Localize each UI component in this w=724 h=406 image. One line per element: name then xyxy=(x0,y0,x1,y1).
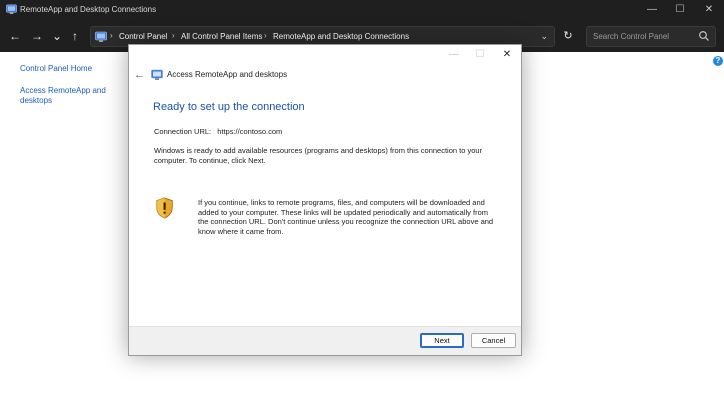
help-icon[interactable]: ? xyxy=(713,56,723,66)
search-placeholder: Search Control Panel xyxy=(593,32,670,41)
sidebar-item-control-panel-home[interactable]: Control Panel Home xyxy=(20,64,120,74)
window-title: RemoteApp and Desktop Connections xyxy=(20,5,157,14)
recent-locations-button[interactable]: ⌄ xyxy=(49,28,65,44)
connection-url-value: https://contoso.com xyxy=(217,127,283,136)
refresh-button[interactable]: ↻ xyxy=(560,28,576,44)
window-title-bar: RemoteApp and Desktop Connections — ☐ ✕ xyxy=(0,0,724,20)
up-button[interactable]: ↑ xyxy=(67,28,83,44)
chevron-right-icon: › xyxy=(264,31,267,40)
next-button[interactable]: Next xyxy=(420,333,464,348)
dialog-back-button[interactable]: ← xyxy=(134,68,145,82)
chevron-right-icon: › xyxy=(110,31,113,40)
maximize-button[interactable]: ☐ xyxy=(665,0,695,20)
search-icon xyxy=(699,31,709,41)
ready-description: Windows is ready to add available resour… xyxy=(154,146,483,165)
connection-url-row: Connection URL: https://contoso.com xyxy=(154,127,282,136)
remoteapp-dialog: — ☐ ✕ ← Access RemoteApp and desktops Re… xyxy=(128,44,522,356)
minimize-button[interactable]: — xyxy=(637,0,667,20)
dialog-heading: Ready to set up the connection xyxy=(153,101,305,113)
breadcrumb-all-items[interactable]: All Control Panel Items xyxy=(181,32,262,41)
breadcrumb-control-panel[interactable]: Control Panel xyxy=(119,32,167,41)
dialog-title: Access RemoteApp and desktops xyxy=(167,70,288,79)
chevron-down-icon[interactable]: ⌄ xyxy=(540,31,548,42)
forward-button[interactable]: → xyxy=(29,28,45,44)
breadcrumb-remoteapp[interactable]: RemoteApp and Desktop Connections xyxy=(273,32,409,41)
close-button[interactable]: ✕ xyxy=(694,0,724,20)
dialog-minimize-button[interactable]: — xyxy=(442,47,466,63)
dialog-close-button[interactable]: ✕ xyxy=(495,47,519,63)
sidebar-item-access-remoteapp[interactable]: Access RemoteApp and desktops xyxy=(20,86,110,106)
dialog-header: ← Access RemoteApp and desktops xyxy=(129,67,521,83)
cancel-button[interactable]: Cancel xyxy=(471,333,516,348)
chevron-right-icon: › xyxy=(172,31,175,40)
control-panel-icon xyxy=(95,31,107,42)
sidebar: Control Panel Home Access RemoteApp and … xyxy=(20,64,120,106)
connection-url-label: Connection URL: xyxy=(154,127,212,136)
security-warning-text: If you continue, links to remote program… xyxy=(198,198,494,236)
security-shield-icon xyxy=(156,197,173,219)
control-panel-icon xyxy=(6,4,17,15)
dialog-maximize-button[interactable]: ☐ xyxy=(468,47,492,63)
search-input[interactable]: Search Control Panel xyxy=(586,26,716,47)
remoteapp-icon xyxy=(151,69,163,80)
back-button[interactable]: ← xyxy=(7,28,23,44)
dialog-footer: Next Cancel xyxy=(129,326,521,355)
